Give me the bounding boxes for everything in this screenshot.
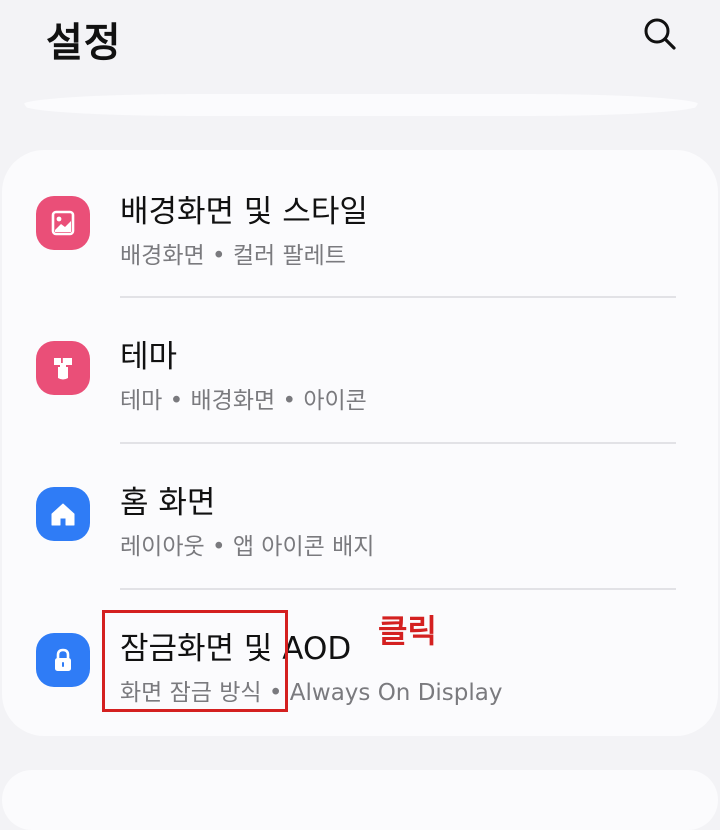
page-title: 설정	[46, 20, 122, 66]
settings-item-subtitle: 레이아웃 • 앱 아이콘 배지	[120, 534, 375, 560]
next-settings-card	[2, 770, 718, 830]
collapsed-card-edge	[22, 94, 700, 116]
app-header: 설정	[0, 0, 720, 80]
settings-item-home-screen[interactable]: 홈 화면 레이아웃 • 앱 아이콘 배지	[2, 443, 718, 589]
search-icon	[644, 18, 676, 50]
search-button[interactable]	[638, 12, 682, 56]
settings-item-title: 배경화면 및 스타일	[120, 194, 368, 230]
click-highlight-box	[102, 610, 288, 712]
lock-icon	[36, 633, 90, 687]
wallpaper-icon	[36, 196, 90, 250]
click-annotation-label: 클릭	[378, 612, 437, 650]
settings-item-subtitle: 테마 • 배경화면 • 아이콘	[120, 388, 367, 414]
home-icon	[36, 487, 90, 541]
theme-brush-icon	[36, 341, 90, 395]
settings-item-title: 홈 화면	[120, 485, 216, 521]
settings-item-theme[interactable]: 테마 테마 • 배경화면 • 아이콘	[2, 297, 718, 443]
settings-item-title: 테마	[120, 339, 178, 375]
settings-item-subtitle: 배경화면 • 컬러 팔레트	[120, 243, 346, 269]
settings-item-wallpaper-style[interactable]: 배경화면 및 스타일 배경화면 • 컬러 팔레트	[2, 150, 718, 296]
